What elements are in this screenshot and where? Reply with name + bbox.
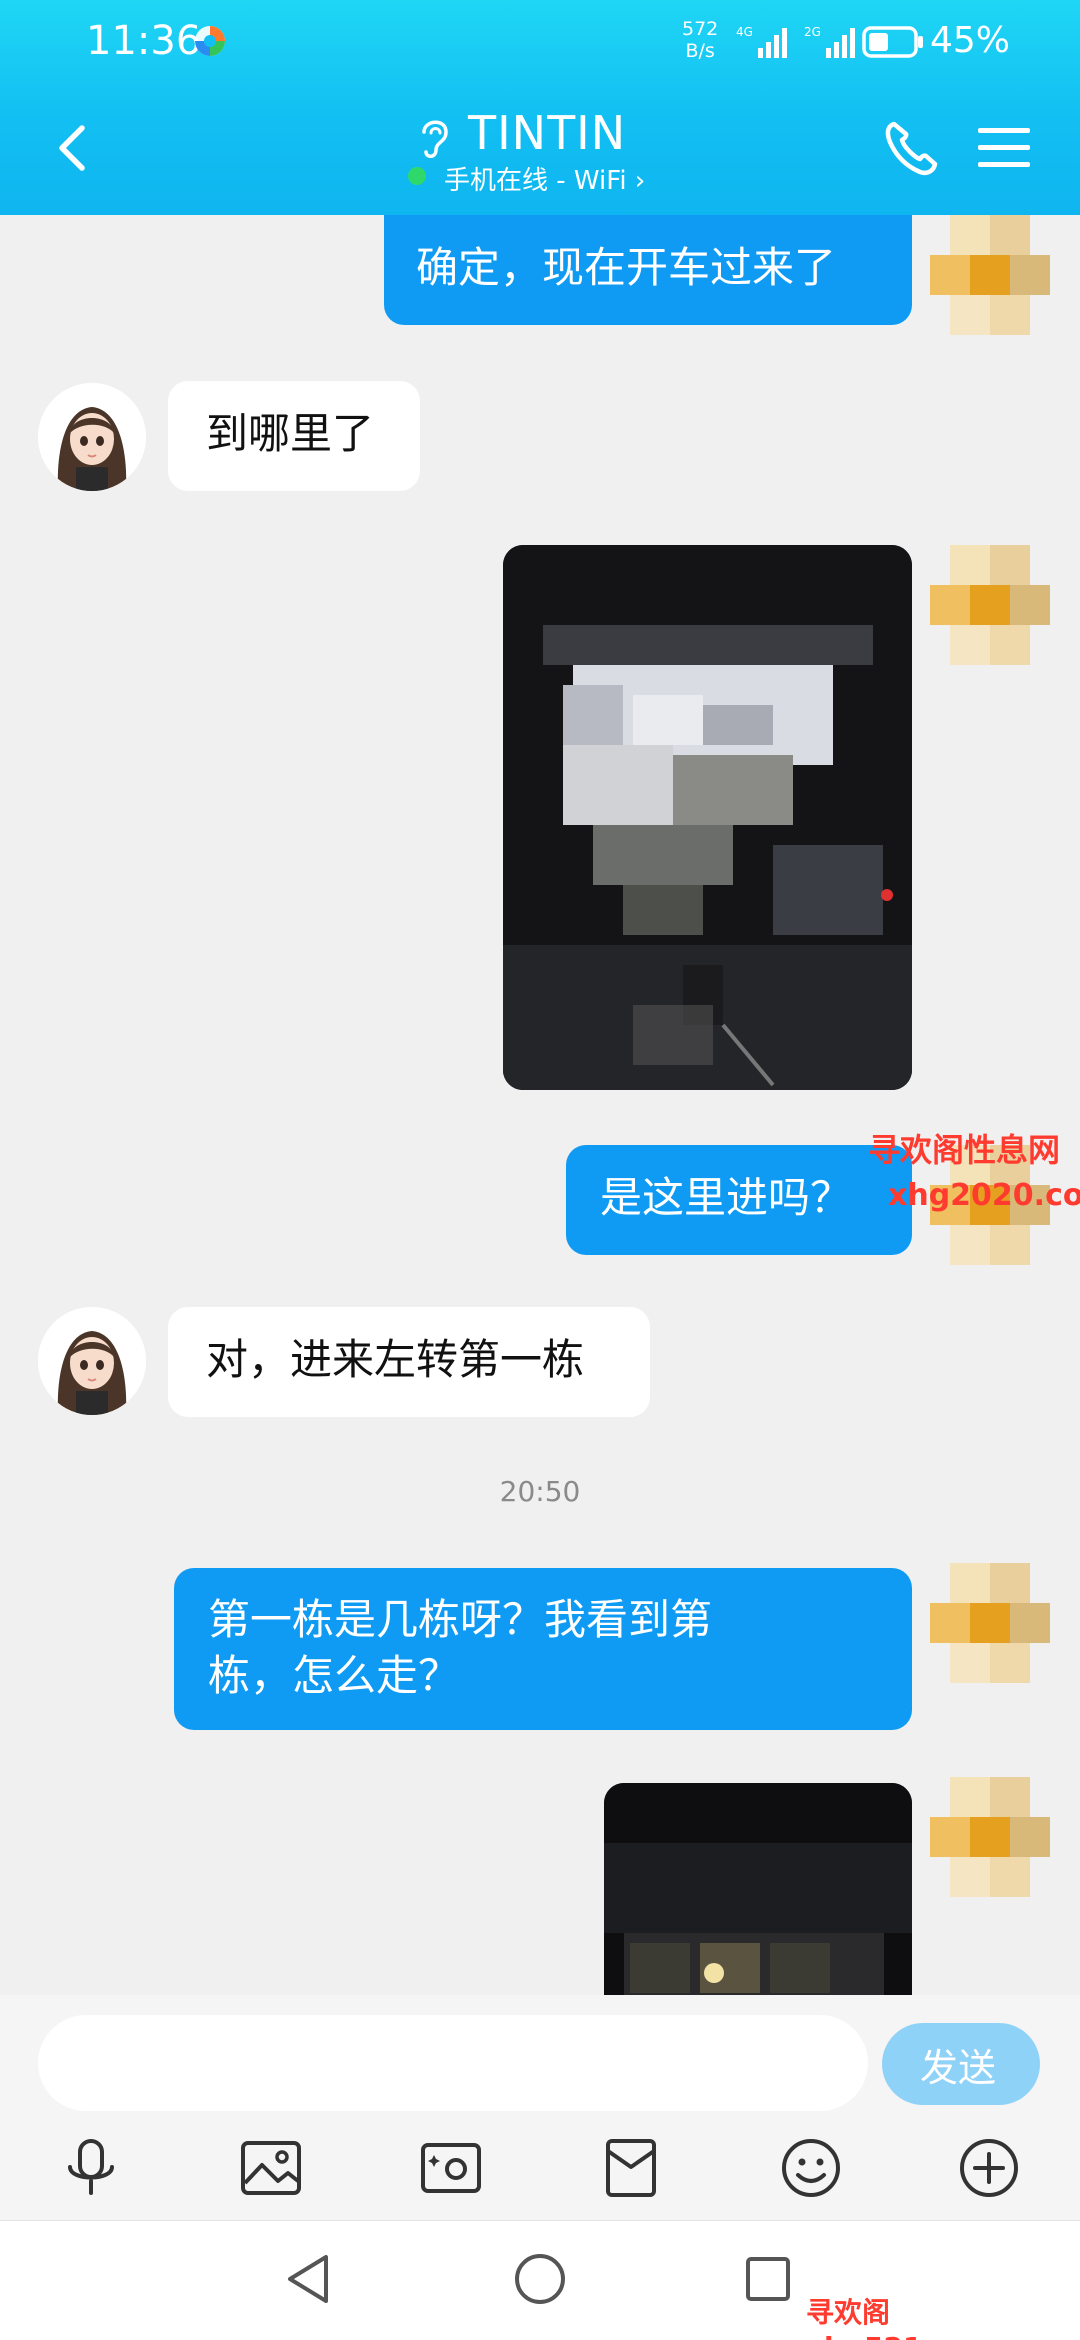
message-input[interactable] bbox=[38, 2015, 868, 2111]
contact-avatar[interactable] bbox=[38, 383, 146, 491]
avatar[interactable] bbox=[930, 1777, 1050, 1897]
message-bubble-received[interactable]: 到哪里了 bbox=[168, 381, 420, 491]
avatar[interactable] bbox=[930, 545, 1050, 665]
watermark-site-name: 寻欢阁性息网 bbox=[868, 1131, 1061, 1169]
back-button[interactable] bbox=[48, 118, 100, 178]
status-bar: 11:36 572 B/s 4G 2G 45% bbox=[0, 0, 1080, 90]
chat-title[interactable]: TINTIN bbox=[468, 106, 626, 160]
sent-image[interactable] bbox=[604, 1783, 912, 1995]
input-area: 发送 bbox=[0, 1995, 1080, 2220]
chat-header: 11:36 572 B/s 4G 2G 45% TINTIN 手机在线 - Wi… bbox=[0, 0, 1080, 215]
send-button[interactable]: 发送 bbox=[882, 2023, 1040, 2105]
girl-avatar-icon bbox=[38, 383, 146, 491]
nav-back-icon[interactable] bbox=[282, 2251, 338, 2307]
menu-icon[interactable] bbox=[976, 124, 1032, 172]
emoji-icon[interactable] bbox=[778, 2135, 844, 2201]
camera-icon[interactable] bbox=[418, 2135, 484, 2201]
battery-icon bbox=[862, 26, 923, 58]
message-bubble-received[interactable]: 对，进来左转第一栋 bbox=[168, 1307, 650, 1417]
blurred-photo bbox=[503, 545, 912, 1090]
microphone-icon[interactable] bbox=[58, 2135, 124, 2201]
status-time: 11:36 bbox=[86, 18, 202, 64]
phone-icon[interactable] bbox=[880, 118, 940, 178]
contact-avatar[interactable] bbox=[38, 1307, 146, 1415]
battery-percent: 45% bbox=[930, 20, 1011, 61]
girl-avatar-icon bbox=[38, 1307, 146, 1415]
plus-icon[interactable] bbox=[956, 2135, 1022, 2201]
watermark-footer: 寻欢阁xhg521.com bbox=[806, 2296, 998, 2340]
avatar[interactable] bbox=[930, 215, 1050, 335]
online-indicator bbox=[408, 167, 426, 185]
message-timestamp: 20:50 bbox=[499, 1475, 581, 1508]
dark-photo bbox=[604, 1783, 912, 1995]
red-packet-icon[interactable] bbox=[598, 2135, 664, 2201]
ear-icon[interactable] bbox=[414, 112, 454, 162]
svg-text:4G: 4G bbox=[736, 25, 753, 39]
online-status[interactable]: 手机在线 - WiFi › bbox=[444, 160, 645, 197]
net-speed: 572 B/s bbox=[682, 18, 719, 62]
nav-home-icon[interactable] bbox=[512, 2251, 568, 2307]
watermark-site-url: xhg2020.com bbox=[888, 1178, 1080, 1213]
image-icon[interactable] bbox=[238, 2135, 304, 2201]
nav-recent-icon[interactable] bbox=[744, 2255, 792, 2303]
message-bubble-sent[interactable]: 是这里进吗？ bbox=[566, 1145, 912, 1255]
avatar[interactable] bbox=[930, 1563, 1050, 1683]
system-nav-bar: 寻欢阁xhg521.com bbox=[0, 2220, 1080, 2340]
chat-messages[interactable]: 确定，现在开车过来了 到哪里了 是这里进吗？ 对，进来左转第一栋 20:50 第… bbox=[0, 215, 1080, 1995]
svg-text:2G: 2G bbox=[804, 25, 821, 39]
message-bubble-sent[interactable]: 第一栋是几栋呀？我看到第 栋，怎么走？ bbox=[174, 1568, 912, 1730]
sent-image[interactable] bbox=[503, 545, 912, 1090]
app-notification-icon bbox=[195, 26, 225, 56]
message-bubble-sent[interactable]: 确定，现在开车过来了 bbox=[384, 215, 912, 325]
cell-signal-icon-2: 2G bbox=[804, 25, 855, 58]
cell-signal-icon: 4G bbox=[736, 25, 787, 58]
